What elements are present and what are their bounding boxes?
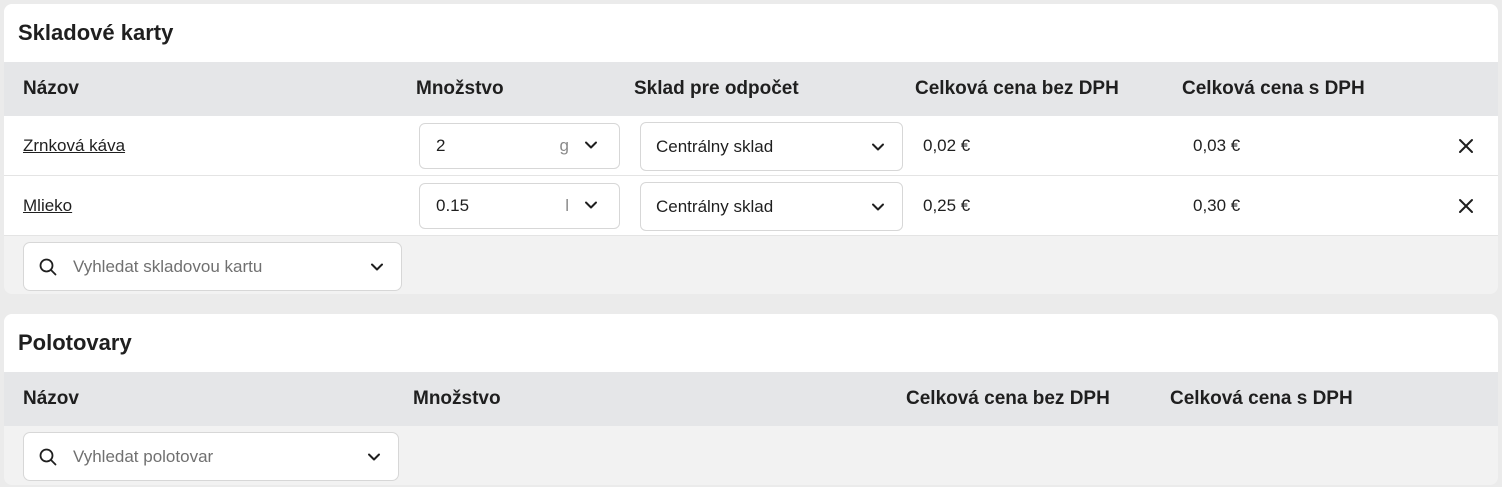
close-icon[interactable] bbox=[1456, 196, 1476, 216]
semi-products-title: Polotovary bbox=[4, 314, 1498, 372]
stock-cards-header: Názov Množstvo Sklad pre odpočet Celková… bbox=[4, 62, 1498, 116]
column-header-price-excl-vat: Celková cena bez DPH bbox=[906, 388, 1110, 409]
warehouse-select[interactable]: Centrálny sklad bbox=[640, 122, 903, 171]
quantity-value[interactable]: 0.15 bbox=[436, 184, 469, 228]
table-row: Mlieko 0.15 l Centrálny sklad 0,25 € 0,3… bbox=[4, 176, 1498, 236]
column-header-quantity: Množstvo bbox=[416, 78, 504, 99]
quantity-input[interactable]: 0.15 l bbox=[419, 183, 620, 229]
price-excl-vat: 0,02 € bbox=[923, 136, 971, 155]
chevron-down-icon bbox=[368, 453, 380, 461]
quantity-value[interactable]: 2 bbox=[436, 124, 445, 168]
chevron-down-icon[interactable] bbox=[583, 137, 599, 153]
column-header-quantity: Množstvo bbox=[413, 388, 501, 409]
column-header-name: Názov bbox=[23, 388, 79, 409]
column-header-warehouse: Sklad pre odpočet bbox=[634, 78, 799, 99]
price-excl-vat: 0,25 € bbox=[923, 196, 971, 215]
column-header-name: Názov bbox=[23, 78, 79, 99]
semi-products-panel: Polotovary Názov Množstvo Celková cena b… bbox=[4, 314, 1498, 485]
chevron-down-icon[interactable] bbox=[583, 197, 599, 213]
unit-label: g bbox=[559, 136, 569, 155]
column-header-price-incl-vat: Celková cena s DPH bbox=[1182, 78, 1365, 99]
table-row: Zrnková káva 2 g Centrálny sklad 0,02 € … bbox=[4, 116, 1498, 176]
warehouse-value: Centrálny sklad bbox=[656, 197, 774, 216]
chevron-down-icon bbox=[371, 263, 383, 271]
unit-label: l bbox=[565, 196, 569, 215]
column-header-price-incl-vat: Celková cena s DPH bbox=[1170, 388, 1353, 409]
stock-card-search[interactable]: Vyhledat skladovou kartu bbox=[23, 242, 402, 291]
chevron-down-icon bbox=[872, 203, 884, 211]
search-icon bbox=[39, 258, 57, 276]
search-icon bbox=[39, 448, 57, 466]
warehouse-select[interactable]: Centrálny sklad bbox=[640, 182, 903, 231]
chevron-down-icon bbox=[872, 143, 884, 151]
search-input[interactable]: Vyhledat skladovou kartu bbox=[73, 243, 262, 290]
stock-cards-panel: Skladové karty Názov Množstvo Sklad pre … bbox=[4, 4, 1498, 294]
search-input[interactable]: Vyhledat polotovar bbox=[73, 433, 213, 480]
stock-cards-title: Skladové karty bbox=[4, 4, 1498, 62]
column-header-price-excl-vat: Celková cena bez DPH bbox=[915, 78, 1119, 99]
semi-product-search[interactable]: Vyhledat polotovar bbox=[23, 432, 399, 481]
semi-products-header: Názov Množstvo Celková cena bez DPH Celk… bbox=[4, 372, 1498, 426]
close-icon[interactable] bbox=[1456, 136, 1476, 156]
price-incl-vat: 0,03 € bbox=[1193, 136, 1241, 155]
item-name-link[interactable]: Mlieko bbox=[23, 196, 72, 215]
quantity-input[interactable]: 2 g bbox=[419, 123, 620, 169]
item-name-link[interactable]: Zrnková káva bbox=[23, 136, 125, 155]
warehouse-value: Centrálny sklad bbox=[656, 137, 774, 156]
price-incl-vat: 0,30 € bbox=[1193, 196, 1241, 215]
